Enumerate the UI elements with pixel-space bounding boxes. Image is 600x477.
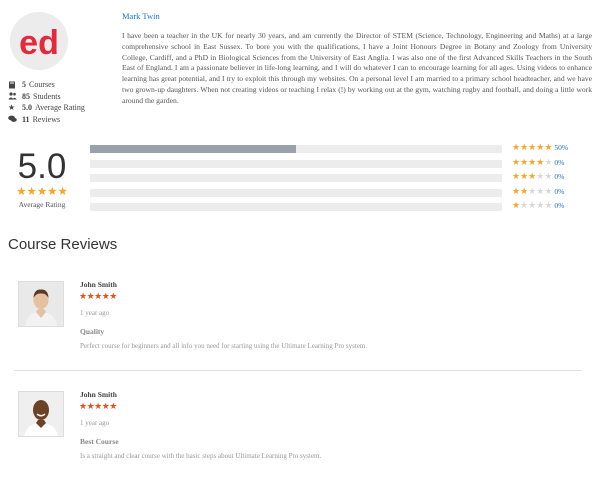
reviewer-avatar [18, 391, 64, 437]
star-icon: ★ [520, 186, 529, 196]
star-icon: ★ [520, 157, 529, 167]
rating-row-3-stars: ★★★★★ 0% [512, 171, 564, 182]
star-icon: ★ [512, 186, 521, 196]
reviewer-name: John Smith [80, 390, 117, 399]
star-icon: ★ [512, 200, 521, 210]
instructor-name-link[interactable]: Mark Twin [122, 11, 160, 21]
star-icon: ★ [544, 171, 553, 181]
stat-reviews: 11 Reviews [8, 114, 85, 126]
star-icon: ★ [512, 157, 521, 167]
average-score: 5.0 [17, 147, 67, 186]
rating-row-2-stars: ★★★★★ 0% [512, 186, 564, 197]
review-title: Best Course [80, 437, 119, 446]
star-icon: ★ [544, 200, 553, 210]
rating-percent: 0% [554, 201, 565, 210]
rating-row-5-stars: ★★★★★ 50% [512, 142, 568, 153]
rating-row-4-stars: ★★★★★ 0% [512, 157, 564, 168]
review-stars: ★★★★★ [79, 291, 117, 301]
star-icon: ★ [544, 157, 553, 167]
review-title: Quality [80, 327, 105, 336]
course-reviews-title: Course Reviews [8, 236, 118, 253]
stat-students: 85 Students [8, 91, 85, 103]
rating-bar-3-star [90, 174, 502, 182]
review-text: Is a straight and clear course with the … [80, 452, 322, 460]
rating-percent: 0% [554, 158, 565, 167]
star-icon: ★ [520, 171, 529, 181]
star-icon: ★ [512, 142, 521, 152]
review-time: 1 year ago [80, 419, 110, 427]
courses-icon [8, 81, 17, 89]
rating-bar-2-star [90, 189, 502, 197]
review-divider [14, 370, 582, 371]
reviewer-name: John Smith [80, 280, 117, 289]
instructor-stats: 5 Courses 85 Students ★ 5.0 Average Rating … [8, 79, 85, 125]
average-rating-label: Average Rating [18, 200, 66, 209]
rating-row-1-stars: ★★★★★ 0% [512, 200, 564, 211]
star-icon: ★ [520, 142, 529, 152]
rating-percent: 0% [554, 172, 565, 181]
rating-bar-1-star [90, 203, 502, 211]
star-icon: ★ [512, 171, 521, 181]
instructor-logo: ed [10, 12, 68, 70]
rating-percent: 0% [554, 187, 565, 196]
review-time: 1 year ago [80, 309, 110, 317]
instructor-bio: I have been a teacher in the UK for near… [122, 31, 592, 105]
rating-bar-fill [90, 145, 296, 153]
star-icon: ★ [8, 102, 16, 112]
rating-percent: 50% [554, 143, 569, 152]
reviews-icon [8, 115, 17, 123]
logo-text: ed [19, 24, 59, 62]
star-icon: ★ [544, 186, 553, 196]
students-icon [8, 92, 17, 100]
rating-bar-5-star [90, 145, 502, 153]
review-text: Perfect course for beginners and all inf… [80, 342, 368, 350]
star-icon: ★ [520, 200, 529, 210]
average-stars: ★★★★★ [16, 186, 68, 198]
rating-bar-4-star [90, 160, 502, 168]
review-stars: ★★★★★ [79, 401, 117, 411]
stat-rating: ★ 5.0 Average Rating [8, 102, 85, 112]
reviewer-avatar [18, 281, 64, 327]
star-icon: ★ [544, 142, 553, 152]
stat-courses: 5 Courses [8, 79, 85, 91]
